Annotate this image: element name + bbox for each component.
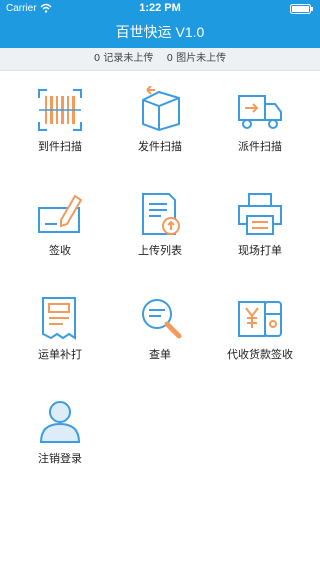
app-header: Carrier 1:22 PM 百世快运 V1.0 [0, 0, 320, 48]
status-bar: Carrier 1:22 PM [0, 0, 320, 18]
menu-dispatch-scan-button[interactable]: 派件扫描 [210, 72, 310, 162]
search-order-icon [142, 299, 182, 339]
images-unuploaded-count: 0 图片未上传 [166, 53, 227, 64]
upload-list-icon [142, 193, 180, 235]
menu-upload-list-button[interactable]: 上传列表 [110, 176, 210, 266]
cod-money-icon [238, 301, 282, 337]
menu-label: 代收货款签收 [227, 348, 293, 361]
menu-label: 到件扫描 [38, 140, 82, 153]
barcode-scan-icon [38, 89, 82, 131]
waybill-reprint-icon [42, 297, 76, 340]
menu-label: 签收 [49, 244, 71, 257]
menu-arrival-scan-button[interactable]: 到件扫描 [10, 72, 110, 162]
logout-user-icon [39, 401, 81, 443]
menu-label: 发件扫描 [138, 140, 182, 153]
menu-onsite-print-button[interactable]: 现场打单 [210, 176, 310, 266]
records-unuploaded-count: 0 记录未上传 [93, 53, 154, 64]
menu-label: 注销登录 [38, 452, 82, 465]
printer-icon [238, 193, 282, 235]
box-send-icon [142, 86, 180, 132]
menu-search-order-button[interactable]: 查单 [110, 280, 210, 370]
page-title: 百世快运 V1.0 [115, 24, 205, 40]
delivery-truck-icon [238, 95, 282, 129]
menu-label: 查单 [149, 348, 171, 361]
battery-icon [290, 4, 313, 14]
upload-summary-bar: 0 记录未上传 0 图片未上传 [0, 48, 320, 71]
menu-waybill-reprint-button[interactable]: 运单补打 [10, 280, 110, 370]
menu-label: 派件扫描 [238, 140, 282, 153]
status-time: 1:22 PM [139, 2, 181, 14]
menu-label: 上传列表 [138, 244, 182, 257]
menu-send-scan-button[interactable]: 发件扫描 [110, 72, 210, 162]
menu-label: 运单补打 [38, 348, 82, 361]
menu-label: 现场打单 [238, 244, 282, 257]
menu-cod-sign-button[interactable]: 代收货款签收 [210, 280, 310, 370]
sign-pen-icon [38, 194, 83, 233]
menu-sign-button[interactable]: 签收 [10, 176, 110, 266]
menu-logout-button[interactable]: 注销登录 [10, 384, 110, 474]
